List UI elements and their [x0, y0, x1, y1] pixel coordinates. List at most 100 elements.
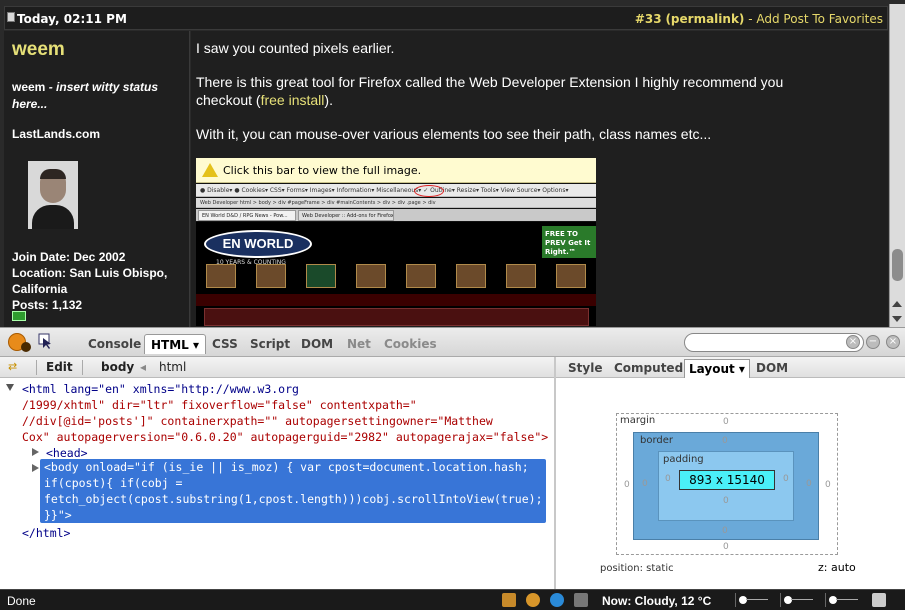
status-slider[interactable]: [735, 593, 775, 607]
margin-left-value[interactable]: 0: [624, 480, 630, 490]
edit-button[interactable]: Edit: [46, 360, 73, 374]
tab-script[interactable]: Script: [244, 334, 296, 354]
body-node-line2: if(cpost){ if(cobj =: [44, 476, 183, 490]
user-details: Join Date: Dec 2002 Location: San Luis O…: [12, 249, 167, 313]
tab-html-label: HTML: [151, 338, 189, 352]
tab-net[interactable]: Net: [341, 334, 377, 354]
firebug-search-input[interactable]: [684, 333, 864, 352]
embedded-ad: FREE TO PREV Get It Right.™: [542, 226, 596, 258]
sync-icon[interactable]: [550, 593, 564, 607]
embedded-screenshot[interactable]: Click this bar to view the full image. ●…: [196, 158, 596, 326]
username-link[interactable]: weem: [12, 39, 65, 61]
layout-z-index: z: auto: [818, 561, 856, 574]
firebug-toolbar: Console HTML ▾ CSS Script DOM Net Cookie…: [0, 328, 905, 357]
free-install-link[interactable]: free install: [261, 92, 325, 108]
post-paragraph-3: With it, you can mouse-over various elem…: [196, 126, 712, 142]
status-slider-dot: [829, 596, 837, 604]
detach-icon[interactable]: −: [866, 335, 880, 349]
adblock-icon[interactable]: [574, 593, 588, 607]
side-panel: Style Computed Layout ▾ DOM margin 0 0 0…: [556, 357, 905, 590]
user-status-name: weem: [12, 80, 46, 94]
browser-status-bar: Done Now: Cloudy, 12 °C: [0, 589, 905, 610]
status-slider[interactable]: [825, 593, 865, 607]
scrollbar-thumb[interactable]: [892, 249, 903, 281]
user-site: LastLands.com: [12, 127, 101, 141]
post-number-link[interactable]: #33: [635, 12, 662, 26]
outline-highlight-circle: [414, 185, 444, 197]
scroll-up-icon[interactable]: [892, 301, 902, 307]
layout-content-size[interactable]: 893 x 15140: [679, 470, 775, 490]
margin-right-value[interactable]: 0: [825, 480, 831, 490]
avatar[interactable]: [28, 161, 78, 229]
break-on-mutate-icon[interactable]: ⇄: [8, 361, 20, 373]
html-node-line1[interactable]: <html lang="en" xmlns="http://www.w3.org: [22, 381, 299, 397]
scroll-down-icon[interactable]: [892, 316, 902, 322]
border-left-value[interactable]: 0: [642, 479, 648, 489]
post-body: I saw you counted pixels earlier. There …: [191, 31, 888, 327]
user-status: weem - insert witty status here...: [12, 79, 182, 113]
tab-html[interactable]: HTML ▾: [144, 334, 207, 354]
breadcrumb-body[interactable]: body: [101, 360, 134, 374]
html-close-node[interactable]: </html>: [22, 525, 70, 541]
reputation-icon: [12, 311, 26, 321]
tab-dom[interactable]: DOM: [295, 334, 339, 354]
page-scrollbar[interactable]: [889, 4, 905, 327]
tab-console[interactable]: Console: [82, 334, 147, 354]
divider: [82, 360, 83, 375]
side-tab-layout[interactable]: Layout ▾: [684, 359, 750, 378]
firebug-icon[interactable]: [8, 333, 31, 352]
weather-status[interactable]: Now: Cloudy, 12 °C: [602, 594, 711, 608]
inspect-icon[interactable]: [38, 333, 52, 349]
side-tab-style[interactable]: Style: [564, 359, 606, 378]
breadcrumb-html[interactable]: html: [159, 360, 186, 374]
margin-bottom-value[interactable]: 0: [723, 542, 729, 552]
join-date: Join Date: Dec 2002: [12, 250, 126, 264]
post-paragraph-1: I saw you counted pixels earlier.: [196, 40, 395, 56]
greasemonkey-icon[interactable]: [526, 593, 540, 607]
status-slider-line: [791, 599, 813, 600]
close-icon[interactable]: ×: [886, 335, 900, 349]
padding-bottom-value[interactable]: 0: [723, 496, 729, 506]
border-top-value[interactable]: 0: [722, 436, 728, 446]
body-node-line3: fetch_object(cpost.substring(1,cpost.len…: [44, 492, 543, 506]
permalink-link[interactable]: (permalink): [665, 12, 744, 26]
chevron-down-icon: ▾: [193, 338, 200, 352]
post-paragraph-2-line2: checkout (free install).: [196, 91, 876, 109]
side-tab-dom[interactable]: DOM: [752, 359, 792, 378]
avatar-body: [32, 205, 74, 229]
forum-page: Today, 02:11 PM #33 (permalink) - Add Po…: [0, 0, 905, 327]
margin-top-value[interactable]: 0: [723, 417, 729, 427]
embedded-thumb: [506, 264, 536, 288]
margin-label: margin: [620, 415, 656, 426]
view-full-image-text: Click this bar to view the full image.: [223, 164, 422, 177]
body-node-line1: <body onload="if (is_ie || is_moz) { var…: [44, 460, 529, 474]
view-full-image-bar[interactable]: Click this bar to view the full image.: [196, 158, 596, 183]
border-label: border: [640, 435, 674, 446]
add-to-favorites-link[interactable]: Add Post To Favorites: [756, 12, 883, 26]
expand-body-icon[interactable]: [32, 464, 39, 472]
layout-position: position: static: [600, 563, 674, 574]
layout-padding-box: padding 0 0 0 893 x 15140: [658, 451, 794, 521]
selected-body-node[interactable]: <body onload="if (is_ie || is_moz) { var…: [40, 459, 546, 523]
padding-left-value[interactable]: 0: [665, 474, 671, 484]
tab-css[interactable]: CSS: [206, 334, 244, 354]
border-right-value[interactable]: 0: [806, 479, 812, 489]
location-line1: Location: San Luis Obispo,: [12, 266, 168, 280]
side-tab-layout-label: Layout: [689, 362, 735, 376]
post-header: Today, 02:11 PM #33 (permalink) - Add Po…: [4, 6, 888, 30]
tab-cookies[interactable]: Cookies: [378, 334, 443, 354]
window-icon[interactable]: [872, 593, 886, 607]
border-bottom-value[interactable]: 0: [722, 526, 728, 536]
enworld-logo: EN WORLD: [204, 230, 312, 258]
layout-margin-box: margin 0 0 0 0 border 0 0 0 0 padding 0 …: [616, 413, 838, 555]
avatar-hair: [40, 169, 66, 179]
collapse-icon[interactable]: [6, 384, 14, 391]
search-clear-icon[interactable]: ×: [846, 335, 860, 349]
side-tab-computed[interactable]: Computed: [610, 359, 687, 378]
location-line2: California: [12, 282, 68, 296]
padding-right-value[interactable]: 0: [783, 474, 789, 484]
expand-head-icon[interactable]: [32, 448, 39, 456]
extension-icon[interactable]: [502, 593, 516, 607]
html-tree: <html lang="en" xmlns="http://www.w3.org…: [0, 379, 554, 590]
status-slider[interactable]: [780, 593, 820, 607]
